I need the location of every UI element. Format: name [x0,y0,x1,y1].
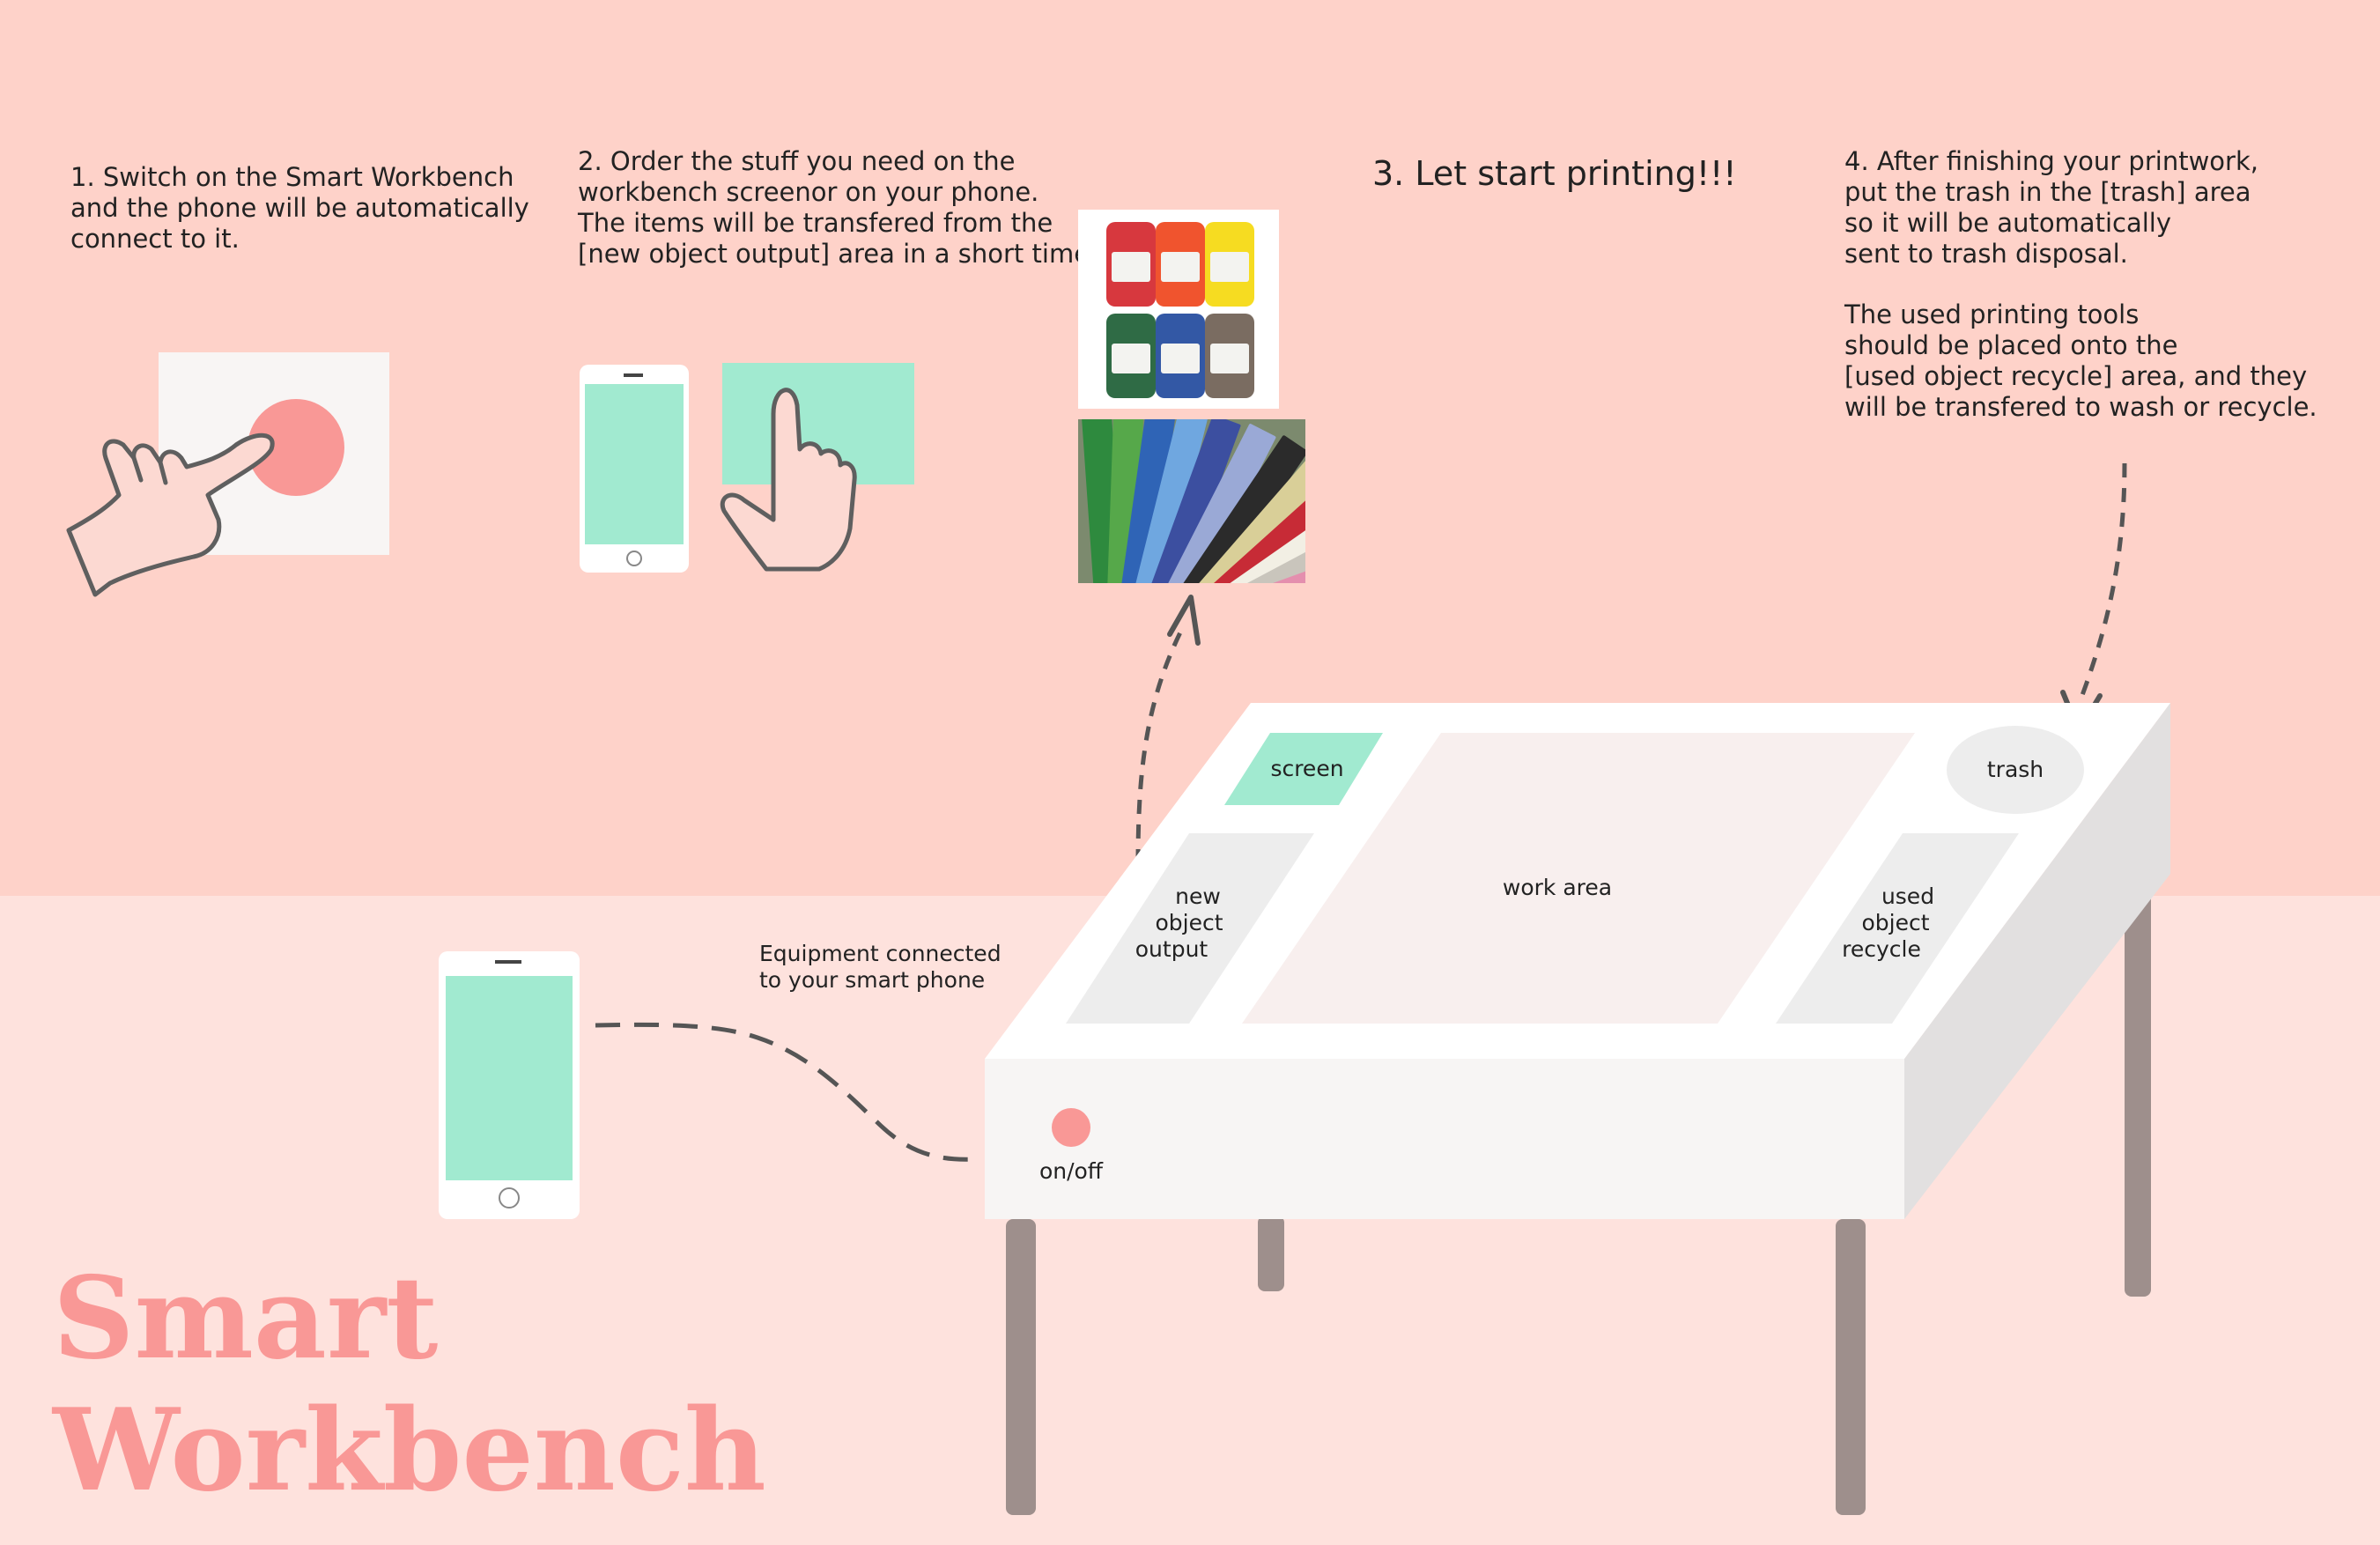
used-object-recycle-label: used [1881,883,1934,909]
new-object-output-label: object [1155,910,1223,935]
smartphone-icon [580,365,689,573]
used-object-recycle-label: recycle [1842,936,1921,962]
work-area-label: work area [1503,875,1612,900]
paint-bottle [1106,314,1156,398]
new-object-output-label: new [1175,883,1221,909]
connection-line [595,1022,975,1162]
brand-title-line-1: Smart [53,1253,439,1385]
paint-bottle [1156,222,1205,307]
paint-bottle [1106,222,1156,307]
paint-bottle [1156,314,1205,398]
paint-bottle [1205,222,1254,307]
power-button-icon[interactable] [1052,1108,1090,1147]
step-1-illustration [66,352,389,597]
step-2-illustration [580,363,914,573]
arrowhead-icon [1167,595,1201,646]
brand-title-line-2: Workbench [53,1385,766,1517]
dashed-arrow-icon [2076,462,2127,706]
power-label: on/off [1039,1158,1104,1184]
paper-samples-photo [1078,419,1305,583]
smartphone-icon [439,951,580,1219]
trash-label: trash [1987,757,2044,782]
new-object-output-label: output [1135,936,1208,962]
paint-bottles-photo [1078,210,1279,409]
bench-front [985,1059,1904,1219]
bench-leg [1258,1216,1284,1291]
bench-leg [2125,890,2151,1297]
paint-bottle [1205,314,1254,398]
bench-leg [1836,1219,1866,1515]
used-object-recycle-label: object [1861,910,1929,935]
bench-leg [1006,1219,1036,1515]
screen-label: screen [1270,756,1343,781]
